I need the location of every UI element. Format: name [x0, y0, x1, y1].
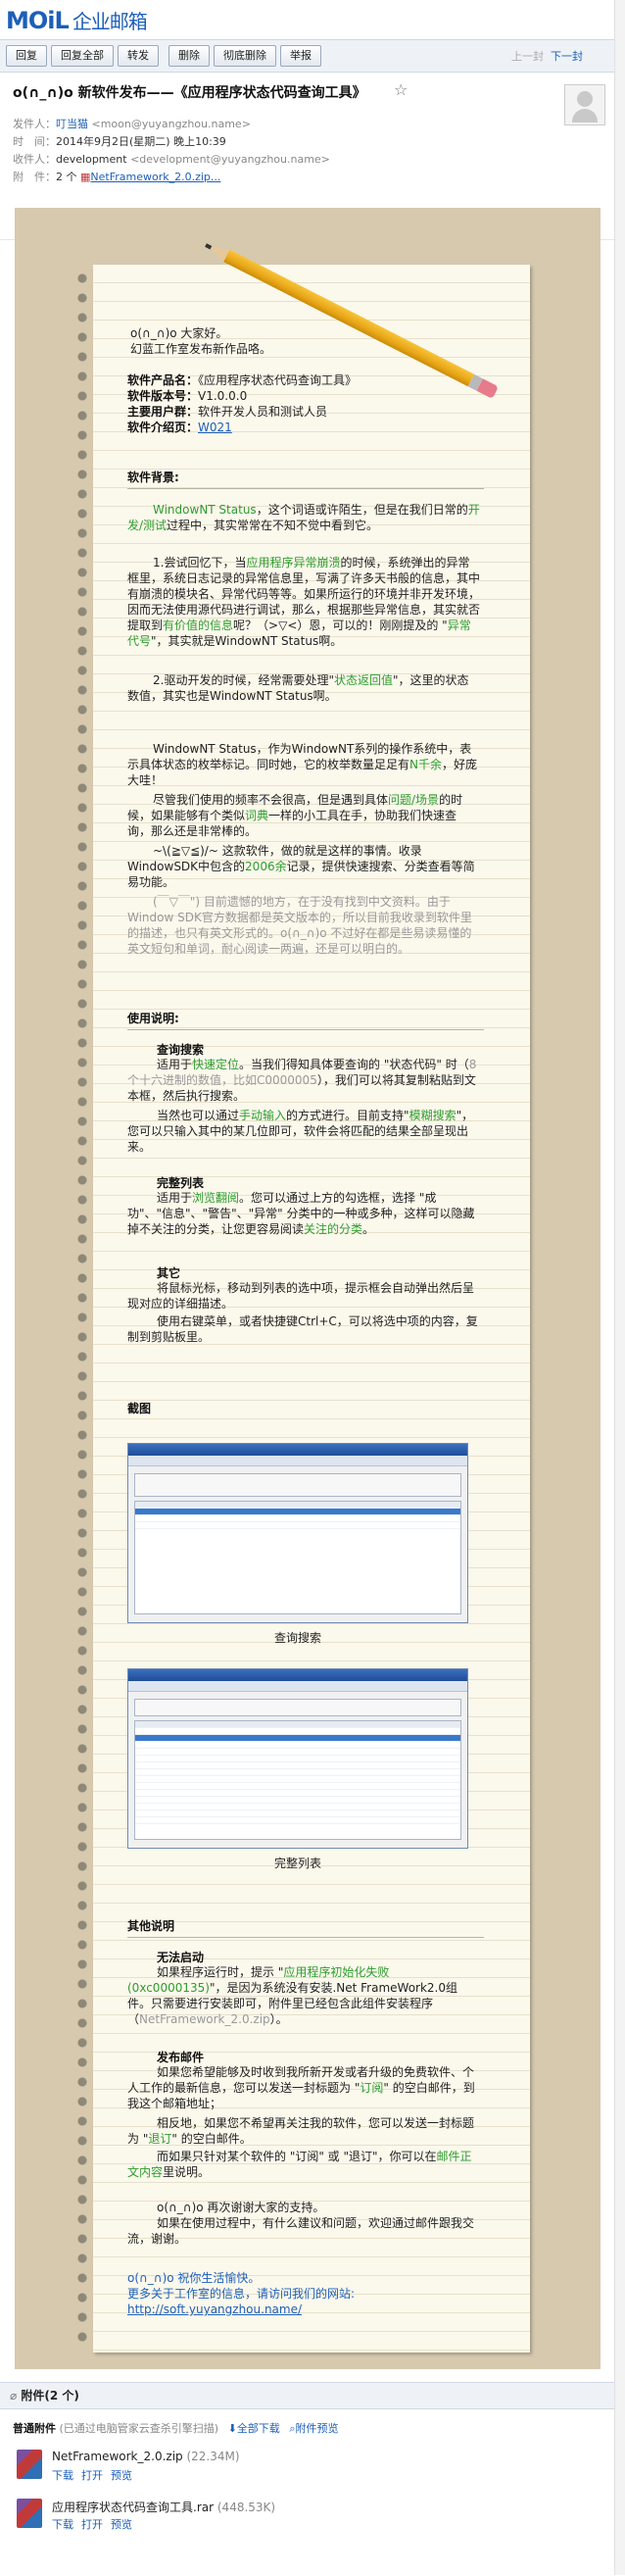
- misc-fail-para: 如果程序运行时，提示 "应用程序初始化失败 (0xc0000135)"，是因为系…: [127, 1965, 458, 2026]
- rar-file-icon: [17, 2499, 42, 2528]
- screenshot-list-caption: 完整列表: [273, 1857, 321, 1870]
- background-para-5: 尽管我们使用的频率不会很高，但是遇到具体问题/场景的时候，如果能够有个类似词典一…: [127, 793, 463, 838]
- product-row: 软件产品名：《应用程序状态代码查询工具》: [127, 373, 358, 387]
- usage-list-heading: 完整列表: [157, 1176, 205, 1190]
- misc-post-para-1: 如果您希望能够及时收到我所新开发或者升级的免费软件、个人工作的最新信息，您可以发…: [127, 2065, 475, 2110]
- usage-list-para-1: 适用于浏览翻阅。您可以通过上方的勾选框，选择 "成功"、"信息"、"警告"、"异…: [127, 1191, 475, 1236]
- misc-post-para-3: 而如果只针对某个软件的 "订阅" 或 "退订"，你可以在邮件正文内容里说明。: [127, 2150, 472, 2179]
- forward-button[interactable]: 转发: [118, 45, 159, 67]
- background-para-2: 1.尝试回忆下，当应用程序异常崩溃的时候，系统弹出的异常框里，系统日志记录的异常…: [127, 556, 481, 648]
- mail-toolbar: 回复 回复全部 转发 删除 彻底删除 举报 上一封 下一封: [0, 40, 625, 73]
- background-para-4: WindowNT Status，作为WindowNT系列的操作系统中，表示具体状…: [127, 742, 478, 787]
- section-rule: [127, 488, 484, 489]
- background-para-1: WindowNT Status，这个词语或许陌生，但是在我们日常的开发/测试过程…: [127, 503, 480, 532]
- thanks-line-1: o(∩_∩)o 再次谢谢大家的支持。: [157, 2201, 325, 2214]
- misc-fail-heading: 无法启动: [157, 1951, 205, 1964]
- sender-name[interactable]: 叮当猫: [56, 118, 88, 130]
- website-link[interactable]: http://soft.yuyangzhou.name/: [127, 2303, 302, 2316]
- attachment-2-actions: 下载 打开 预览: [52, 2516, 140, 2532]
- intro-link[interactable]: W021: [198, 421, 232, 434]
- report-button[interactable]: 举报: [280, 45, 321, 67]
- misc-post-para-2: 相反地，如果您不希望再关注我的软件，您可以发送一封标题为 "退订" 的空白邮件。: [127, 2116, 475, 2146]
- prev-mail-link[interactable]: 上一封: [511, 48, 544, 64]
- section-rule: [127, 1937, 484, 1938]
- from-row: 发件人：叮当猫 <moon@yuyangzhou.name>: [13, 118, 251, 130]
- usage-search-para-2: 当然也可以通过手动输入的方式进行。目前支持"模糊搜索"，您可以只输入其中的某几位…: [127, 1109, 474, 1154]
- avatar: [564, 84, 605, 125]
- background-para-7: (￣▽￣") 目前遗憾的地方，在于没有找到中文资料。由于Window SDK官方…: [127, 895, 472, 956]
- attachment-2-preview[interactable]: 预览: [111, 2518, 132, 2531]
- attachment-1-preview[interactable]: 预览: [111, 2469, 132, 2482]
- zip-file-icon: [17, 2450, 42, 2479]
- download-icon: ⬇: [227, 2422, 237, 2435]
- section-rule: [127, 1029, 484, 1030]
- screenshot-search: [127, 1443, 468, 1623]
- usage-other-para-1: 将鼠标光标，移动到列表的选中项，提示框会自动弹出然后呈现对应的详细描述。: [127, 1281, 475, 1311]
- delete-button[interactable]: 删除: [168, 45, 210, 67]
- background-para-6: ~\(≧▽≦)/~ 这款软件，做的就是这样的事情。收录WindowSDK中包含的…: [127, 844, 475, 889]
- section-screenshots-title: 截图: [127, 1402, 152, 1415]
- signature-line-2: 更多关于工作室的信息，请访问我们的网站:: [127, 2287, 356, 2301]
- section-background-title: 软件背景:: [127, 471, 179, 484]
- intro-row: 软件介绍页：W021: [127, 421, 232, 434]
- signature-line-1: o(∩_∩)o 祝你生活愉快。: [127, 2271, 261, 2285]
- attachments-panel: ⌀ 附件(2 个) 普通附件 (已通过电脑管家云查杀引擎扫描) ⬇全部下载 ⌕附…: [0, 2382, 625, 2576]
- reply-button[interactable]: 回复: [6, 45, 47, 67]
- to-row: 收件人：development <development@yuyangzhou.…: [13, 153, 330, 166]
- attachment-1-actions: 下载 打开 预览: [52, 2467, 140, 2483]
- reply-all-button[interactable]: 回复全部: [51, 45, 114, 67]
- greeting-2: 幻蓝工作室发布新作品咯。: [130, 342, 272, 356]
- screenshot-list: [127, 1668, 468, 1849]
- section-misc-title: 其他说明: [127, 1919, 175, 1933]
- screenshot-search-caption: 查询搜索: [273, 1631, 321, 1645]
- page-scrollbar[interactable]: [614, 0, 625, 2575]
- attachment-2-download[interactable]: 下载: [52, 2518, 73, 2531]
- attachment-file-icon: ▦: [80, 171, 91, 183]
- misc-post-heading: 发布邮件: [157, 2051, 205, 2064]
- usage-other-heading: 其它: [157, 1266, 181, 1280]
- attach-row: 附 件：2 个 ▦NetFramework_2.0.zip...: [13, 171, 221, 183]
- attachment-first-link[interactable]: NetFramework_2.0.zip...: [90, 171, 220, 183]
- attachment-1-download[interactable]: 下载: [52, 2469, 73, 2482]
- logo-bar: MOiL 企业邮箱: [0, 0, 625, 40]
- version-row: 软件版本号：V1.0.0.0: [127, 389, 248, 403]
- permanent-delete-button[interactable]: 彻底删除: [214, 45, 276, 67]
- attachments-toolbar: 普通附件 (已通过电脑管家云查杀引擎扫描) ⬇全部下载 ⌕附件预览: [13, 2422, 339, 2435]
- preview-all-link[interactable]: ⌕附件预览: [289, 2422, 338, 2435]
- next-mail-link[interactable]: 下一封: [551, 48, 583, 64]
- background-para-3: 2.驱动开发的时候，经常需要处理"状态返回值"，这里的状态数值，其实也是Wind…: [127, 673, 469, 703]
- greeting-1: o(∩_∩)o 大家好。: [130, 326, 228, 340]
- users-row: 主要用户群：软件开发人员和测试人员: [127, 405, 328, 419]
- usage-search-heading: 查询搜索: [157, 1043, 205, 1057]
- attachment-2-name: 应用程序状态代码查询工具.rar (448.53K): [52, 2501, 276, 2514]
- mail-subject: o(∩_∩)o 新软件发布——《应用程序状态代码查询工具》: [13, 85, 366, 101]
- section-usage-title: 使用说明:: [127, 1012, 179, 1025]
- usage-search-para-1: 适用于快速定位。当我们得知具体要查询的 "状态代码" 时（8个十六进制的数值，比…: [127, 1058, 477, 1103]
- paperclip-icon: ⌀: [10, 2389, 18, 2403]
- attachments-header: ⌀ 附件(2 个): [0, 2383, 625, 2409]
- attachment-1-name: NetFramework_2.0.zip (22.34M): [52, 2450, 240, 2463]
- download-all-link[interactable]: ⬇全部下载: [228, 2422, 280, 2435]
- attachment-2-open[interactable]: 打开: [81, 2518, 103, 2531]
- app-logo[interactable]: MOiL 企业邮箱: [6, 6, 148, 34]
- spiral-binding: [61, 270, 100, 2348]
- star-icon[interactable]: ☆: [394, 80, 408, 99]
- time-row: 时 间：2014年9月2日(星期二) 晚上10:39: [13, 135, 226, 148]
- signature-url: http://soft.yuyangzhou.name/: [127, 2302, 480, 2317]
- attachment-1-open[interactable]: 打开: [81, 2469, 103, 2482]
- thanks-line-2: 如果在使用过程中，有什么建议和问题，欢迎通过邮件跟我交流，谢谢。: [127, 2216, 475, 2246]
- recipient-name[interactable]: development: [56, 153, 127, 166]
- usage-other-para-2: 使用右键菜单，或者快捷键Ctrl+C，可以将选中项的内容，复制到剪贴板里。: [127, 1314, 478, 1344]
